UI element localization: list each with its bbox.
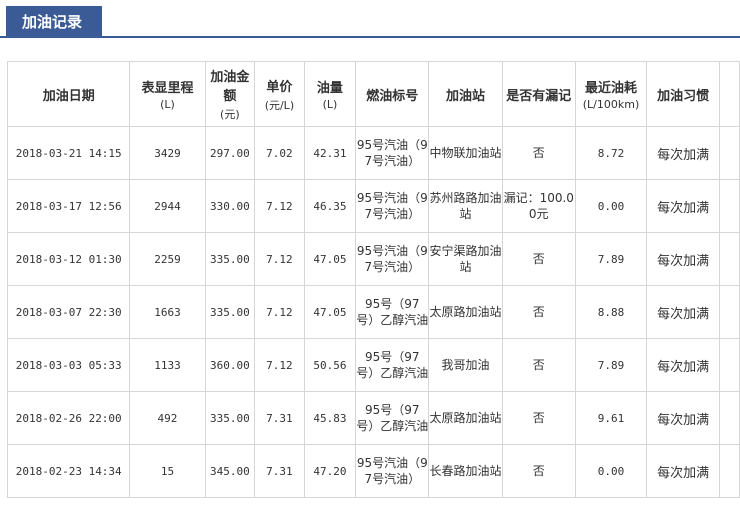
header-unit-price: 单价 (元/L) <box>254 61 305 127</box>
cell-amount: 297.00 <box>204 126 256 180</box>
cell-fuel-grade: 95号汽油（97号汽油） <box>355 444 430 498</box>
cell-fuel-grade: 95号（97号）乙醇汽油 <box>355 338 430 392</box>
cell-odometer: 1133 <box>129 338 206 392</box>
cell-extra <box>719 444 740 498</box>
cell-date: 2018-03-21 14:15 <box>6 126 131 180</box>
header-date: 加油日期 <box>6 61 131 127</box>
tab-bar: 加油记录 <box>0 0 740 38</box>
table-row: 2018-02-26 22:00 492 335.00 7.31 45.83 9… <box>6 391 740 445</box>
cell-volume: 46.35 <box>303 179 357 233</box>
cell-fuel-grade: 95号汽油（97号汽油） <box>355 126 430 180</box>
cell-missed: 否 <box>501 338 576 392</box>
cell-extra <box>719 391 740 445</box>
cell-station: 长春路加油站 <box>428 444 503 498</box>
cell-unit-price: 7.12 <box>254 232 305 286</box>
cell-odometer: 492 <box>129 391 206 445</box>
cell-date: 2018-02-26 22:00 <box>6 391 131 445</box>
cell-volume: 50.56 <box>303 338 357 392</box>
cell-habit: 每次加满 <box>646 179 721 233</box>
cell-odometer: 15 <box>129 444 206 498</box>
cell-missed: 否 <box>501 391 576 445</box>
cell-station: 太原路加油站 <box>428 285 503 339</box>
cell-station: 中物联加油站 <box>428 126 503 180</box>
table-row: 2018-03-07 22:30 1663 335.00 7.12 47.05 … <box>6 285 740 339</box>
cell-station: 我哥加油 <box>428 338 503 392</box>
cell-extra <box>719 285 740 339</box>
cell-missed: 否 <box>501 232 576 286</box>
cell-unit-price: 7.31 <box>254 391 305 445</box>
cell-odometer: 2944 <box>129 179 206 233</box>
cell-odometer: 2259 <box>129 232 206 286</box>
cell-habit: 每次加满 <box>646 338 721 392</box>
cell-habit: 每次加满 <box>646 285 721 339</box>
table-row: 2018-03-17 12:56 2944 330.00 7.12 46.35 … <box>6 179 740 233</box>
cell-consumption: 7.89 <box>574 232 648 286</box>
tab-fuel-records[interactable]: 加油记录 <box>6 6 102 38</box>
cell-fuel-grade: 95号（97号）乙醇汽油 <box>355 285 430 339</box>
cell-odometer: 1663 <box>129 285 206 339</box>
cell-unit-price: 7.12 <box>254 285 305 339</box>
cell-unit-price: 7.12 <box>254 338 305 392</box>
header-extra <box>719 61 740 127</box>
cell-volume: 45.83 <box>303 391 357 445</box>
cell-amount: 335.00 <box>204 285 256 339</box>
cell-consumption: 0.00 <box>574 444 648 498</box>
cell-missed: 漏记：100.00元 <box>501 179 576 233</box>
cell-volume: 47.05 <box>303 285 357 339</box>
cell-amount: 360.00 <box>204 338 256 392</box>
table-row: 2018-03-12 01:30 2259 335.00 7.12 47.05 … <box>6 232 740 286</box>
cell-amount: 330.00 <box>204 179 256 233</box>
cell-date: 2018-02-23 14:34 <box>6 444 131 498</box>
cell-extra <box>719 232 740 286</box>
cell-date: 2018-03-03 05:33 <box>6 338 131 392</box>
cell-missed: 否 <box>501 285 576 339</box>
table-row: 2018-03-21 14:15 3429 297.00 7.02 42.31 … <box>6 126 740 180</box>
header-station: 加油站 <box>428 61 503 127</box>
cell-amount: 335.00 <box>204 391 256 445</box>
cell-consumption: 9.61 <box>574 391 648 445</box>
cell-odometer: 3429 <box>129 126 206 180</box>
header-volume: 油量 (L) <box>303 61 357 127</box>
cell-consumption: 0.00 <box>574 179 648 233</box>
cell-station: 苏州路路加油站 <box>428 179 503 233</box>
cell-date: 2018-03-17 12:56 <box>6 179 131 233</box>
table-row: 2018-02-23 14:34 15 345.00 7.31 47.20 95… <box>6 444 740 498</box>
cell-extra <box>719 338 740 392</box>
cell-consumption: 7.89 <box>574 338 648 392</box>
header-consumption: 最近油耗 (L/100km) <box>574 61 648 127</box>
cell-unit-price: 7.02 <box>254 126 305 180</box>
header-fuel-grade: 燃油标号 <box>355 61 430 127</box>
cell-volume: 47.05 <box>303 232 357 286</box>
cell-date: 2018-03-12 01:30 <box>6 232 131 286</box>
cell-volume: 42.31 <box>303 126 357 180</box>
cell-fuel-grade: 95号汽油（97号汽油） <box>355 179 430 233</box>
header-habit: 加油习惯 <box>646 61 721 127</box>
cell-unit-price: 7.12 <box>254 179 305 233</box>
cell-fuel-grade: 95号汽油（97号汽油） <box>355 232 430 286</box>
header-missed: 是否有漏记 <box>501 61 576 127</box>
cell-habit: 每次加满 <box>646 391 721 445</box>
cell-date: 2018-03-07 22:30 <box>6 285 131 339</box>
cell-extra <box>719 179 740 233</box>
cell-missed: 否 <box>501 444 576 498</box>
cell-station: 安宁渠路加油站 <box>428 232 503 286</box>
header-amount: 加油金额 (元) <box>204 61 256 127</box>
table-row: 2018-03-03 05:33 1133 360.00 7.12 50.56 … <box>6 338 740 392</box>
cell-volume: 47.20 <box>303 444 357 498</box>
cell-amount: 345.00 <box>204 444 256 498</box>
cell-unit-price: 7.31 <box>254 444 305 498</box>
cell-habit: 每次加满 <box>646 444 721 498</box>
cell-station: 太原路加油站 <box>428 391 503 445</box>
cell-missed: 否 <box>501 126 576 180</box>
fuel-records-table: 加油日期 表显里程 (L) 加油金额 (元) 单价 (元/L) 油量 (L) 燃油标号 … <box>6 61 740 498</box>
cell-habit: 每次加满 <box>646 126 721 180</box>
cell-consumption: 8.88 <box>574 285 648 339</box>
cell-consumption: 8.72 <box>574 126 648 180</box>
header-row: 加油日期 表显里程 (L) 加油金额 (元) 单价 (元/L) 油量 (L) 燃油标号 … <box>6 61 740 127</box>
cell-amount: 335.00 <box>204 232 256 286</box>
header-odometer: 表显里程 (L) <box>129 61 206 127</box>
cell-fuel-grade: 95号（97号）乙醇汽油 <box>355 391 430 445</box>
cell-habit: 每次加满 <box>646 232 721 286</box>
cell-extra <box>719 126 740 180</box>
